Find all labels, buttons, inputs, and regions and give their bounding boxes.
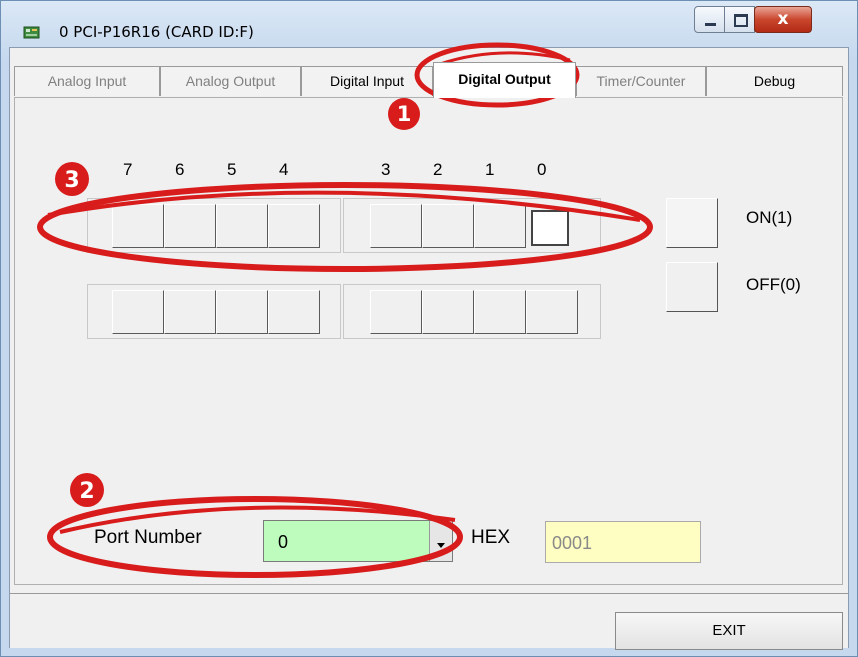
close-icon[interactable]: x xyxy=(754,6,812,33)
bit-button-12[interactable] xyxy=(268,290,320,334)
bit-button-13[interactable] xyxy=(216,290,268,334)
bit-label-2: 2 xyxy=(433,160,443,179)
app-card-icon xyxy=(23,26,40,39)
legend-off-box xyxy=(666,262,718,312)
legend-off-label: OFF(0) xyxy=(746,275,801,294)
legend-on-box xyxy=(666,198,718,248)
digital-output-panel xyxy=(14,97,843,585)
bit-button-0[interactable] xyxy=(531,210,569,246)
port-number-label: Port Number xyxy=(94,527,202,548)
tab-debug[interactable]: Debug xyxy=(706,66,843,96)
bit-button-9[interactable] xyxy=(474,290,526,334)
minimize-icon[interactable] xyxy=(694,6,725,33)
maximize-icon[interactable] xyxy=(724,6,755,33)
bit-button-4[interactable] xyxy=(268,204,320,248)
bit-button-15[interactable] xyxy=(112,290,164,334)
port-number-value: 0 xyxy=(278,532,289,552)
bit-button-1[interactable] xyxy=(474,204,526,248)
tab-digital-input[interactable]: Digital Input xyxy=(301,66,433,96)
bit-group-high-2 xyxy=(87,284,341,339)
bit-button-11[interactable] xyxy=(370,290,422,334)
bit-label-4: 4 xyxy=(279,160,289,179)
legend-on-label: ON(1) xyxy=(746,208,793,227)
tab-analog-input[interactable]: Analog Input xyxy=(14,66,160,96)
bit-button-3[interactable] xyxy=(370,204,422,248)
dropdown-arrow-icon[interactable] xyxy=(429,521,452,561)
hex-label: HEX xyxy=(471,527,511,548)
title-bar: 0 PCI-P16R16 (CARD ID:F) x xyxy=(1,1,857,47)
bit-button-10[interactable] xyxy=(422,290,474,334)
bit-button-5[interactable] xyxy=(216,204,268,248)
app-window: 0 PCI-P16R16 (CARD ID:F) x Analog Input … xyxy=(0,0,858,657)
tab-digital-output[interactable]: Digital Output xyxy=(433,62,576,98)
bit-button-2[interactable] xyxy=(422,204,474,248)
bit-button-6[interactable] xyxy=(164,204,216,248)
exit-button[interactable]: EXIT xyxy=(615,612,843,650)
client-area: Analog Input Analog Output Digital Input… xyxy=(9,47,849,650)
hex-value: 0001 xyxy=(552,533,593,553)
bit-group-low-2 xyxy=(343,284,601,339)
bit-label-3: 3 xyxy=(381,160,391,179)
bit-label-0: 0 xyxy=(537,160,547,179)
bit-label-1: 1 xyxy=(485,160,495,179)
bit-button-14[interactable] xyxy=(164,290,216,334)
bit-label-7: 7 xyxy=(123,160,133,179)
bit-button-8[interactable] xyxy=(526,290,578,334)
hex-value-field[interactable]: 0001 xyxy=(545,521,701,563)
bit-label-5: 5 xyxy=(227,160,237,179)
bit-group-high xyxy=(87,198,341,253)
bit-label-6: 6 xyxy=(175,160,185,179)
tab-analog-output[interactable]: Analog Output xyxy=(160,66,301,96)
tab-strip: Analog Input Analog Output Digital Input… xyxy=(10,60,848,98)
window-title: 0 PCI-P16R16 (CARD ID:F) xyxy=(59,23,254,41)
tab-timer-counter[interactable]: Timer/Counter xyxy=(576,66,706,96)
port-number-select[interactable]: 0 xyxy=(263,520,453,562)
bit-group-low xyxy=(343,198,601,253)
bit-button-7[interactable] xyxy=(112,204,164,248)
